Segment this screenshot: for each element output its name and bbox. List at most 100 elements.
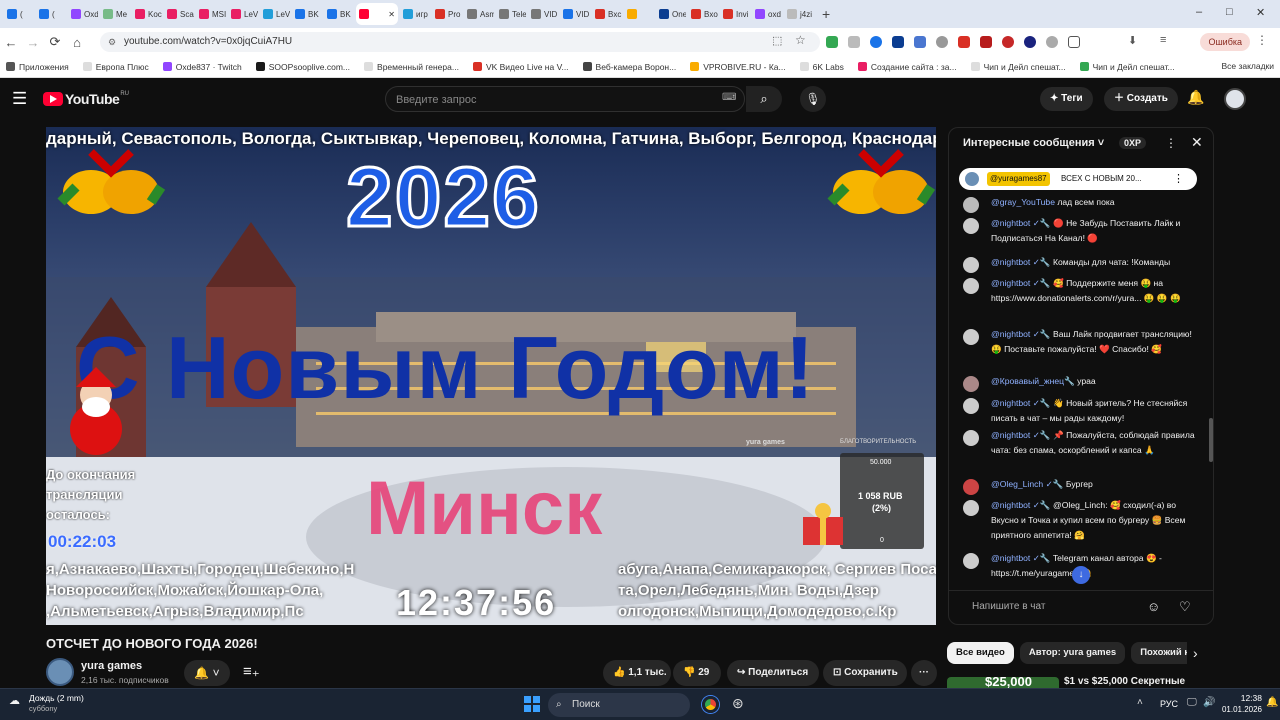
bookmark-star-icon[interactable]: ☆ [795, 33, 806, 47]
bookmark-item[interactable]: Oxde837 · Twitch [162, 62, 242, 72]
network-icon[interactable]: 🖵 [1187, 697, 1197, 708]
chat-message[interactable]: @nightbot ✓🔧 @Oleg_Linch: 🥰 сходил(-а) в… [963, 498, 1203, 543]
extension-icon[interactable] [826, 36, 838, 48]
extension-icon[interactable] [936, 36, 948, 48]
bookmark-item[interactable]: Временный генера... [364, 62, 459, 72]
filter-chip[interactable]: Похожий кон [1131, 642, 1187, 664]
browser-tab[interactable]: Pro [432, 3, 462, 25]
like-button[interactable]: 👍 1,1 тыс. [603, 660, 671, 686]
scroll-down-icon[interactable]: ↓ [1072, 566, 1090, 584]
close-window-icon[interactable]: ✕ [1256, 6, 1265, 19]
channel-name[interactable]: yura games [81, 660, 142, 672]
browser-tab[interactable]: Oxd [68, 3, 98, 25]
create-button[interactable]: ＋ Создать [1104, 87, 1178, 111]
extension-icon[interactable] [1002, 36, 1014, 48]
weather-icon[interactable]: ☁ [9, 694, 20, 707]
chat-message[interactable]: @Кровавый_жнец🔧 ураа [963, 374, 1203, 392]
chat-menu-icon[interactable]: ⋮ [1165, 136, 1177, 150]
channel-avatar[interactable] [46, 658, 74, 686]
subscribed-bell-button[interactable]: 🔔 ˅ [184, 660, 230, 686]
browser-tab[interactable]: ( [4, 3, 34, 25]
browser-tab[interactable]: oxd [752, 3, 782, 25]
browser-tab[interactable]: ✕ [356, 3, 398, 25]
extension-icon[interactable] [1024, 36, 1036, 48]
browser-tab[interactable]: One [656, 3, 686, 25]
browser-tab[interactable]: Me [100, 3, 130, 25]
microphone-icon[interactable]: 🎙 [800, 86, 826, 112]
search-button[interactable]: ⌕ [746, 86, 782, 112]
chat-message[interactable]: @gray_YouTube лад всем пока [963, 195, 1203, 213]
emoji-icon[interactable]: ☺ [1147, 599, 1160, 614]
chat-author[interactable]: @Кровавый_жнец🔧 [991, 376, 1075, 386]
browser-tab[interactable]: Invi [720, 3, 750, 25]
hamburger-menu-icon[interactable]: ☰ [12, 89, 27, 109]
chat-author[interactable]: @nightbot ✓🔧 [991, 398, 1051, 408]
chat-input[interactable]: Напишите в чат [972, 601, 1045, 612]
tags-button[interactable]: ✦ Теги [1040, 87, 1093, 111]
profile-error-button[interactable]: Ошибка [1200, 33, 1250, 51]
bookmark-item[interactable]: VPROBIVE.RU - Ка... [690, 62, 786, 72]
browser-tab[interactable]: VIDI [560, 3, 590, 25]
volume-icon[interactable]: 🔊 [1203, 697, 1215, 708]
chat-author[interactable]: @nightbot ✓🔧 [991, 329, 1051, 339]
chat-author[interactable]: @nightbot ✓🔧 [991, 553, 1051, 563]
bookmark-item[interactable]: 6K Labs [799, 62, 844, 72]
chat-author[interactable]: @nightbot ✓🔧 [991, 430, 1051, 440]
bookmark-item[interactable]: Европа Плюс [82, 62, 149, 72]
browser-tab[interactable]: j4zi [784, 3, 814, 25]
chat-author[interactable]: @gray_YouTube [991, 197, 1055, 207]
chat-author[interactable]: @nightbot ✓🔧 [991, 218, 1051, 228]
filter-chip[interactable]: Все видео [947, 642, 1014, 664]
media-icon[interactable]: ≡ [1160, 34, 1166, 46]
browser-tab[interactable]: Asm [464, 3, 494, 25]
chrome-taskbar-icon[interactable] [702, 696, 719, 713]
browser-tab[interactable]: BK [292, 3, 322, 25]
video-player[interactable]: дарный, Севастополь, Вологда, Сыктывкар,… [46, 127, 936, 625]
chat-message[interactable]: @nightbot ✓🔧 🥰 Поддержите меня 🤑 на http… [963, 276, 1203, 306]
browser-tab[interactable]: BK [324, 3, 354, 25]
downloads-icon[interactable]: ⬇ [1128, 34, 1137, 47]
browser-tab[interactable]: ( [36, 3, 66, 25]
windows-start-icon[interactable] [524, 696, 540, 712]
browser-tab[interactable]: LeVi [228, 3, 258, 25]
youtube-logo[interactable]: YouTube RU [43, 91, 129, 107]
browser-tab[interactable]: Scan [164, 3, 194, 25]
chat-author[interactable]: @nightbot ✓🔧 [991, 500, 1051, 510]
extension-icon[interactable] [848, 36, 860, 48]
notification-icon[interactable]: 🔔 [1266, 697, 1278, 708]
clock-date[interactable]: 01.01.2026 [1218, 705, 1262, 714]
taskbar-search[interactable]: ⌕ Поиск [548, 693, 690, 717]
browser-tab[interactable]: VIDI [528, 3, 558, 25]
dislike-button[interactable]: 👎 29 [673, 660, 721, 686]
close-icon[interactable]: ✕ [1191, 134, 1203, 151]
extension-icon[interactable] [980, 36, 992, 48]
all-bookmarks[interactable]: Все закладки [1221, 61, 1274, 71]
share-button[interactable]: ↪ Поделиться [727, 660, 819, 686]
bookmark-item[interactable]: Приложения [6, 62, 69, 72]
save-button[interactable]: ⊡ Сохранить [823, 660, 907, 686]
pinned-message[interactable]: @yuragames87 ВСЕХ С НОВЫМ 20... ⋮ [959, 168, 1197, 190]
heart-icon[interactable]: ♡ [1179, 599, 1191, 615]
avatar[interactable] [1224, 88, 1246, 110]
extension-icon[interactable] [958, 36, 970, 48]
language-indicator[interactable]: РУС [1160, 699, 1178, 709]
recommendation-thumbnail[interactable]: $25,000 [947, 677, 1059, 688]
url-input[interactable]: ⚙ youtube.com/watch?v=0x0jqCuiA7HU [100, 32, 820, 52]
bookmark-item[interactable]: SOOPsooplive.com... [255, 62, 350, 72]
chat-message[interactable]: @nightbot ✓🔧 Команды для чата: !Команды [963, 255, 1203, 273]
points-badge[interactable]: 0XP [1119, 137, 1147, 149]
install-icon[interactable]: ⬚ [772, 34, 782, 47]
extension-icon[interactable] [870, 36, 882, 48]
back-icon[interactable]: ← [0, 35, 22, 50]
bookmark-item[interactable]: Чип и Дейл спешат... [970, 62, 1066, 72]
search-input[interactable]: Введите запрос [385, 86, 745, 112]
app-taskbar-icon[interactable]: ⊛ [732, 695, 744, 712]
extension-icon[interactable] [914, 36, 926, 48]
minimize-icon[interactable]: – [1196, 6, 1202, 18]
chat-author[interactable]: @Oleg_Linch ✓🔧 [991, 479, 1064, 489]
browser-tab[interactable]: LeVi [260, 3, 290, 25]
extension-icon[interactable] [892, 36, 904, 48]
browser-tab[interactable]: Bxo [688, 3, 718, 25]
chat-author[interactable]: @nightbot ✓🔧 [991, 257, 1051, 267]
pinned-menu-icon[interactable]: ⋮ [1173, 168, 1184, 190]
